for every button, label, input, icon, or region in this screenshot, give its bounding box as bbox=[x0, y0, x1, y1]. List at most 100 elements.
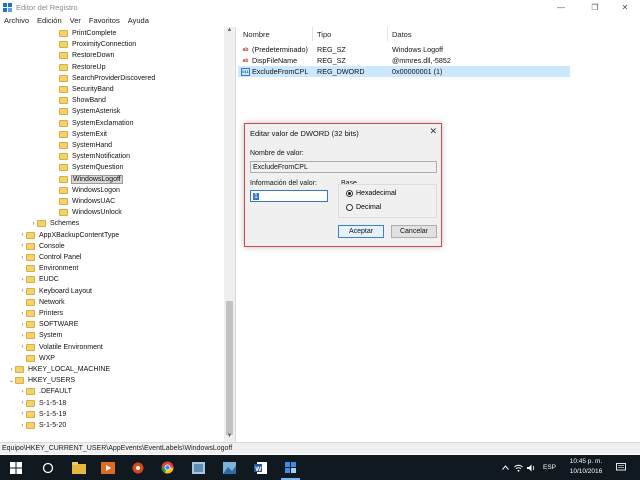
tree-item[interactable]: WindowsUAC bbox=[52, 196, 116, 207]
radio-checked-icon[interactable] bbox=[346, 190, 353, 197]
chevron-right-icon[interactable]: › bbox=[19, 423, 26, 429]
tree-item[interactable]: › System bbox=[19, 330, 63, 341]
tree-item[interactable]: › EUDC bbox=[19, 274, 60, 285]
taskbar-clock-time[interactable]: 10:45 p. m. bbox=[566, 458, 606, 465]
chevron-right-icon[interactable]: › bbox=[19, 411, 26, 417]
tree-item[interactable]: › AppXBackupContentType bbox=[19, 230, 120, 241]
tree-scrollbar[interactable]: ▲ ▼ bbox=[224, 27, 235, 442]
chrome-icon[interactable] bbox=[158, 458, 177, 477]
scroll-up-icon[interactable]: ▲ bbox=[224, 27, 235, 36]
chevron-right-icon[interactable]: › bbox=[19, 400, 26, 406]
tree-item[interactable]: SystemExclamation bbox=[52, 118, 134, 129]
tree-item[interactable]: SystemQuestion bbox=[52, 162, 124, 173]
column-header-data[interactable]: Datos bbox=[392, 30, 412, 39]
input-language-indicator[interactable]: ESP bbox=[543, 464, 556, 471]
tree-item[interactable]: SecurityBand bbox=[52, 84, 115, 95]
column-header-type[interactable]: Tipo bbox=[317, 30, 331, 39]
task-view-icon[interactable] bbox=[38, 458, 57, 477]
tree-item[interactable]: SearchProviderDiscovered bbox=[52, 73, 156, 84]
chevron-down-icon[interactable]: ⌄ bbox=[8, 377, 15, 384]
tree-item[interactable]: Environment bbox=[19, 263, 79, 274]
ie-icon[interactable] bbox=[189, 458, 208, 477]
taskbar-clock-date[interactable]: 10/10/2016 bbox=[566, 468, 606, 475]
chevron-right-icon[interactable]: › bbox=[19, 288, 26, 294]
column-header-name[interactable]: Nombre bbox=[243, 30, 270, 39]
menu-ver[interactable]: Ver bbox=[66, 16, 85, 25]
tree-item[interactable]: › S-1-5-20 bbox=[19, 420, 67, 431]
chevron-right-icon[interactable]: › bbox=[19, 277, 26, 283]
tree-item[interactable]: ShowBand bbox=[52, 95, 107, 106]
chevron-right-icon[interactable]: › bbox=[8, 367, 15, 373]
tree-item[interactable]: RestoreUp bbox=[52, 62, 106, 73]
svg-text:W: W bbox=[255, 465, 262, 472]
tree-item[interactable]: Network bbox=[19, 297, 66, 308]
tree-item[interactable]: PrintComplete bbox=[52, 28, 117, 39]
tree-item[interactable]: › SOFTWARE bbox=[19, 319, 79, 330]
menu-archivo[interactable]: Archivo bbox=[0, 16, 33, 25]
tree-item[interactable]: › Volatile Environment bbox=[19, 342, 104, 353]
tree-item[interactable]: › Schemes bbox=[30, 218, 80, 229]
media-center-icon[interactable] bbox=[128, 458, 147, 477]
tree-item[interactable]: › S-1-5-19 bbox=[19, 409, 67, 420]
wifi-icon[interactable] bbox=[513, 458, 523, 477]
chevron-right-icon[interactable]: › bbox=[19, 232, 26, 238]
start-windows-icon[interactable] bbox=[6, 458, 25, 477]
dialog-close-icon[interactable]: ✕ bbox=[429, 126, 437, 137]
chevron-right-icon[interactable]: › bbox=[19, 322, 26, 328]
tree-item[interactable]: WindowsLogoff bbox=[52, 174, 123, 185]
chevron-right-icon[interactable]: › bbox=[19, 333, 26, 339]
chevron-right-icon[interactable]: › bbox=[19, 311, 26, 317]
menu-ayuda[interactable]: Ayuda bbox=[124, 16, 153, 25]
chevron-right-icon[interactable]: › bbox=[30, 221, 37, 227]
word-icon[interactable]: W bbox=[251, 458, 270, 477]
scroll-down-icon[interactable]: ▼ bbox=[224, 433, 235, 442]
tree-item[interactable]: › HKEY_LOCAL_MACHINE bbox=[8, 364, 111, 375]
column-divider[interactable] bbox=[312, 27, 313, 41]
file-explorer-icon[interactable] bbox=[69, 458, 88, 477]
tree-item[interactable]: RestoreDown bbox=[52, 50, 115, 61]
registry-editor-icon[interactable] bbox=[281, 458, 300, 480]
chevron-right-icon[interactable]: › bbox=[19, 389, 26, 395]
tree-item[interactable]: SystemNotification bbox=[52, 151, 131, 162]
action-center-icon[interactable] bbox=[614, 458, 628, 477]
tray-up-arrow-icon[interactable] bbox=[500, 458, 510, 477]
minimize-button[interactable]: — bbox=[546, 0, 576, 14]
tree-item[interactable]: › S-1-5-18 bbox=[19, 398, 67, 409]
cancel-button[interactable]: Cancelar bbox=[391, 225, 437, 238]
tree-item[interactable]: › Control Panel bbox=[19, 252, 82, 263]
registry-value-row[interactable]: ab (Predeterminado) REG_SZ Windows Logoff bbox=[238, 44, 570, 55]
registry-value-row[interactable]: ab DispFileName REG_SZ @mmres.dll,-5852 bbox=[238, 55, 570, 66]
scrollbar-thumb[interactable] bbox=[226, 301, 233, 435]
photos-icon[interactable] bbox=[220, 458, 239, 477]
tree-item[interactable]: WindowsUnlock bbox=[52, 207, 123, 218]
column-divider[interactable] bbox=[387, 27, 388, 41]
radio-unchecked-icon[interactable] bbox=[346, 204, 353, 211]
tree-item[interactable]: › Console bbox=[19, 241, 66, 252]
folder-icon bbox=[59, 153, 68, 161]
tree-item[interactable]: SystemAsterisk bbox=[52, 106, 121, 117]
close-button[interactable]: ✕ bbox=[610, 0, 640, 14]
maximize-button[interactable]: ❐ bbox=[580, 0, 610, 14]
media-player-icon[interactable] bbox=[98, 458, 117, 477]
hex-radio[interactable]: Hexadecimal bbox=[346, 190, 396, 197]
ok-button[interactable]: Aceptar bbox=[338, 225, 384, 238]
chevron-right-icon[interactable]: › bbox=[19, 243, 26, 249]
menu-favoritos[interactable]: Favoritos bbox=[85, 16, 124, 25]
chevron-right-icon[interactable]: › bbox=[19, 255, 26, 261]
tree-item[interactable]: › Printers bbox=[19, 308, 64, 319]
chevron-right-icon[interactable]: › bbox=[19, 344, 26, 350]
tree-item[interactable]: SystemHand bbox=[52, 140, 113, 151]
tree-item[interactable]: SystemExit bbox=[52, 129, 108, 140]
tree-item[interactable]: › .DEFAULT bbox=[19, 386, 73, 397]
volume-icon[interactable] bbox=[526, 458, 536, 477]
tree-item[interactable]: WXP bbox=[19, 353, 56, 364]
decimal-radio[interactable]: Decimal bbox=[346, 204, 381, 211]
value-data-cell: 0x00000001 (1) bbox=[392, 67, 443, 76]
value-data-input[interactable]: 1 bbox=[250, 190, 328, 202]
menu-edicion[interactable]: Edición bbox=[33, 16, 66, 25]
tree-item[interactable]: ⌄ HKEY_USERS bbox=[8, 375, 76, 386]
tree-item[interactable]: WindowsLogon bbox=[52, 185, 121, 196]
tree-item[interactable]: › Keyboard Layout bbox=[19, 286, 93, 297]
registry-value-row[interactable]: 011 ExcludeFromCPL REG_DWORD 0x00000001 (1) bbox=[238, 66, 570, 77]
tree-item[interactable]: ProximityConnection bbox=[52, 39, 137, 50]
